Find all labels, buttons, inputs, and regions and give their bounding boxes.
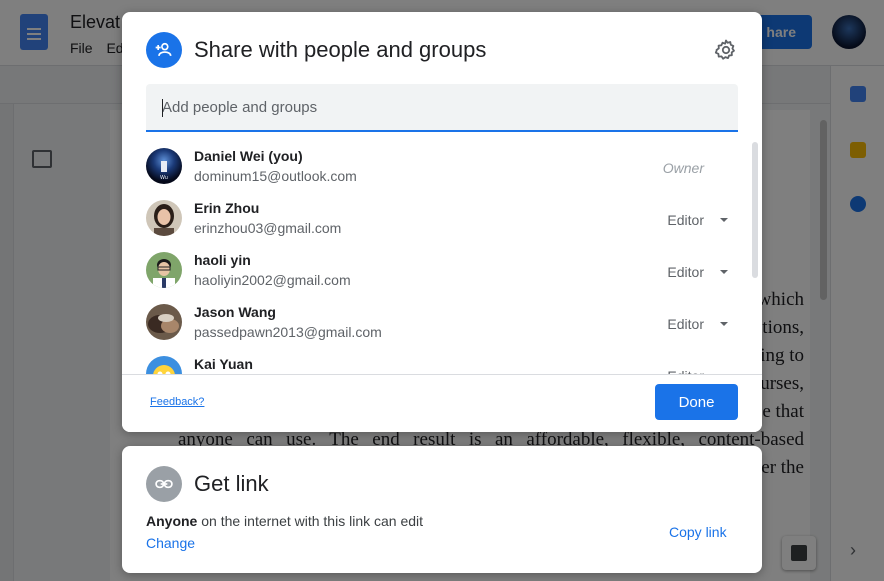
share-dialog-title: Share with people and groups	[194, 37, 487, 62]
copy-link-button[interactable]: Copy link	[669, 524, 727, 540]
change-link-button[interactable]: Change	[146, 535, 195, 551]
person-email: passedpawn2013@gmail.com	[194, 324, 382, 340]
person-name: Kai Yuan	[194, 356, 253, 372]
dropdown-arrow-icon	[720, 218, 728, 222]
role-label: Owner	[662, 160, 704, 176]
list-item: Erin Zhou erinzhou03@gmail.com Editor	[146, 192, 730, 244]
feedback-link[interactable]: Feedback?	[150, 396, 204, 408]
list-item: haoli yin haoliyin2002@gmail.com Editor	[146, 244, 730, 296]
share-dialog: Share with people and groups Wu Daniel W…	[122, 12, 762, 432]
person-email: erinzhou03@gmail.com	[194, 220, 342, 236]
role-dropdown[interactable]: Editor	[667, 212, 728, 228]
get-link-title: Get link	[194, 471, 269, 496]
share-dialog-header: Share with people and groups	[146, 32, 486, 68]
person-name: Erin Zhou	[194, 200, 260, 216]
link-access-description: Anyone on the internet with this link ca…	[146, 513, 423, 529]
list-item: Kai Yuan Editor	[146, 348, 730, 374]
role-dropdown[interactable]: Editor	[667, 264, 728, 280]
get-link-header: Get link	[146, 466, 269, 502]
avatar	[146, 200, 182, 236]
get-link-dialog: Get link Anyone on the internet with thi…	[122, 446, 762, 573]
text-cursor	[162, 99, 163, 117]
avatar	[146, 356, 182, 374]
role-label: Editor	[667, 264, 704, 280]
avatar	[146, 252, 182, 288]
link-access-detail: on the internet with this link can edit	[197, 513, 424, 529]
add-people-input[interactable]	[146, 84, 738, 130]
role-label: Editor	[667, 212, 704, 228]
person-name: Daniel Wei (you)	[194, 148, 303, 164]
gear-icon[interactable]	[714, 38, 738, 62]
avatar: Wu	[146, 148, 182, 184]
person-email: haoliyin2002@gmail.com	[194, 272, 351, 288]
person-add-icon	[146, 32, 182, 68]
role-dropdown[interactable]: Editor	[667, 316, 728, 332]
dropdown-arrow-icon	[720, 322, 728, 326]
dropdown-arrow-icon	[720, 270, 728, 274]
svg-text:Wu: Wu	[160, 175, 168, 181]
link-access-scope: Anyone	[146, 513, 198, 529]
person-name: haoli yin	[194, 252, 251, 268]
list-item: Jason Wang passedpawn2013@gmail.com Edit…	[146, 296, 730, 348]
done-button[interactable]: Done	[655, 384, 738, 420]
people-list-scrollbar[interactable]	[752, 142, 758, 278]
people-list: Wu Daniel Wei (you) dominum15@outlook.co…	[122, 140, 762, 374]
share-dialog-footer: Feedback? Done	[122, 374, 762, 432]
avatar	[146, 304, 182, 340]
add-people-field[interactable]	[146, 84, 738, 132]
list-item: Wu Daniel Wei (you) dominum15@outlook.co…	[146, 140, 730, 192]
person-name: Jason Wang	[194, 304, 276, 320]
link-icon	[146, 466, 182, 502]
role-label: Editor	[667, 316, 704, 332]
person-email: dominum15@outlook.com	[194, 168, 357, 184]
